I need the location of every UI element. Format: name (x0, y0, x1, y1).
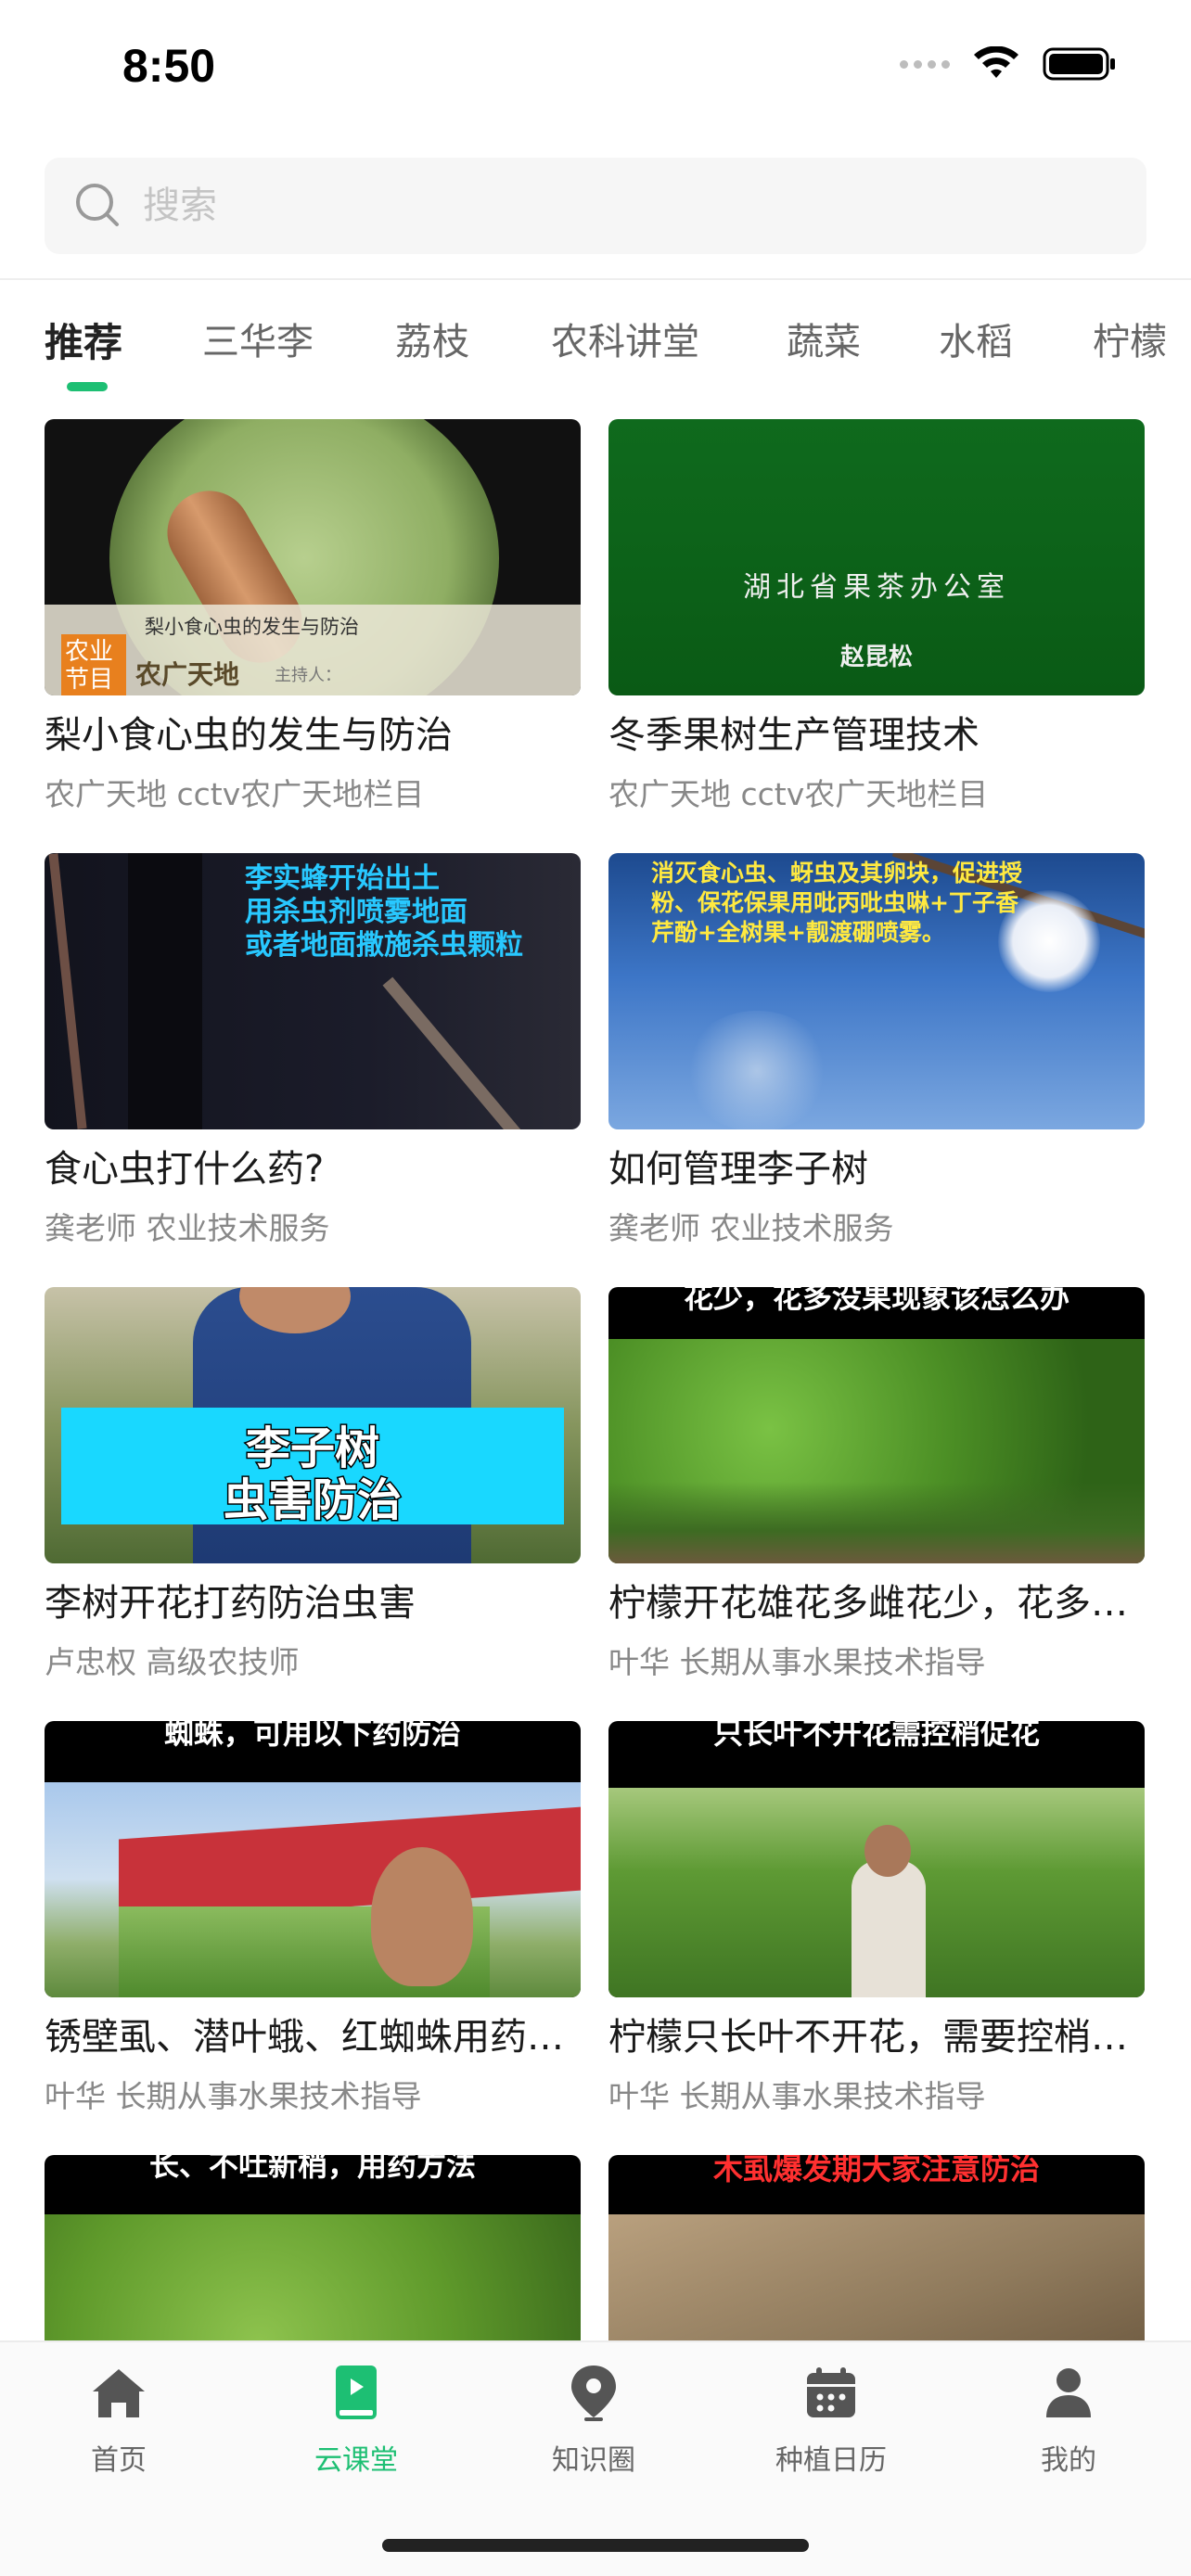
tab-vegetables[interactable]: 蔬菜 (787, 312, 861, 365)
video-thumbnail[interactable]: 梨小食心虫的发生与防治 农业节目 农广天地 主持人： (45, 419, 581, 695)
nav-label: 种植日历 (775, 2444, 887, 2477)
status-bar: 8:50 (0, 0, 1191, 139)
status-time: 8:50 (122, 40, 216, 92)
video-title: 锈壁虱、潜叶蛾、红蜘蛛用药防治 (45, 2016, 581, 2059)
video-card[interactable]: 湖北省果茶办公室 赵昆松 冬季果树生产管理技术 农广天地 cctv农广天地栏目 (608, 419, 1145, 814)
video-author: 龚老师 农业技术服务 (608, 1210, 894, 1246)
video-title: 梨小食心虫的发生与防治 (45, 714, 453, 757)
home-indicator[interactable] (382, 2539, 809, 2552)
video-title: 冬季果树生产管理技术 (608, 714, 980, 757)
video-grid: 梨小食心虫的发生与防治 农业节目 农广天地 主持人： 梨小食心虫的发生与防治 农… (0, 419, 1191, 2343)
video-thumbnail[interactable]: 消灭食心虫、蚜虫及其卵块，促进授 粉、保花保果用吡丙吡虫啉+丁子香 芹酚+全树果… (608, 853, 1145, 1129)
wifi-icon (974, 46, 1018, 78)
video-author: 农广天地 cctv农广天地栏目 (45, 776, 425, 812)
calendar-icon (799, 2361, 864, 2426)
thumbnail-caption-line-2: 虫害防治 (222, 1473, 403, 1528)
video-title: 李树开花打药防治虫害 (45, 1582, 416, 1625)
tab-rice[interactable]: 水稻 (939, 312, 1013, 365)
thumbnail-caption-line-1: 只长叶不开花需控梢促花 (712, 1721, 1040, 1751)
thumbnail-caption-line-3: 或者地面撒施杀虫颗粒 (245, 929, 523, 962)
video-card[interactable]: 消灭食心虫、蚜虫及其卵块，促进授 粉、保花保果用吡丙吡虫啉+丁子香 芹酚+全树果… (608, 853, 1145, 1248)
video-author: 卢忠权 高级农技师 (45, 1644, 300, 1680)
video-card[interactable]: 李子树 虫害防治 李树开花打药防治虫害 卢忠权 高级农技师 (45, 1287, 581, 1682)
video-thumbnail[interactable]: 湖北省果茶办公室 赵昆松 (608, 419, 1145, 695)
video-thumbnail[interactable]: 花少，花多没果现象该怎么办 (608, 1287, 1145, 1563)
nav-item-cloud-classroom[interactable]: 云课堂 (263, 2361, 449, 2478)
video-author: 叶华 长期从事水果技术指导 (45, 2078, 422, 2114)
thumbnail-caption-line-1: 蜘蛛，可用以下药防治 (163, 1721, 461, 1751)
search-input[interactable] (143, 185, 978, 227)
thumbnail-speaker: 赵昆松 (839, 644, 913, 671)
video-card[interactable]: 木虱爆发期大家注意防治 (608, 2155, 1145, 2343)
program-badge: 农业节目 (65, 638, 114, 694)
user-icon (1036, 2361, 1101, 2426)
tab-sanhua-plum[interactable]: 三华李 (202, 312, 314, 365)
video-author: 叶华 长期从事水果技术指导 (608, 1644, 986, 1680)
video-card[interactable]: 蜘蛛，可用以下药防治 锈壁虱、潜叶蛾、红蜘蛛用药防治 叶华 长期从事水果技术指导 (45, 1721, 581, 2116)
video-thumbnail[interactable]: 蜘蛛，可用以下药防治 (45, 1721, 581, 1997)
book-icon (324, 2361, 389, 2426)
video-title: 柠檬只长叶不开花，需要控梢促花 (608, 2016, 1145, 2059)
thumbnail-caption-line-3: 芹酚+全树果+靓渡硼喷雾。 (651, 919, 945, 946)
home-icon (86, 2361, 151, 2426)
thumbnail-caption-line-1: 木虱爆发期大家注意防治 (712, 2155, 1040, 2187)
video-thumbnail[interactable]: 李实蜂开始出土 用杀虫剂喷雾地面 或者地面撒施杀虫颗粒 (45, 853, 581, 1129)
nav-item-knowledge-circle[interactable]: 知识圈 (501, 2361, 686, 2478)
nav-item-home[interactable]: 首页 (26, 2361, 211, 2478)
battery-icon (1043, 47, 1115, 81)
tab-lemon[interactable]: 柠檬 (1093, 312, 1167, 365)
status-icons (900, 46, 1117, 82)
nav-label: 我的 (1041, 2444, 1096, 2477)
thumbnail-caption-line-2: 粉、保花保果用吡丙吡虫啉+丁子香 (651, 889, 1018, 916)
video-thumbnail[interactable]: 李子树 虫害防治 (45, 1287, 581, 1563)
video-title: 柠檬开花雄花多雌花少，花多没果现象该怎么办 (608, 1582, 1145, 1625)
video-card[interactable]: 长、不吐新梢，用药方法 (45, 2155, 581, 2343)
nav-label: 首页 (91, 2444, 147, 2477)
nav-label: 知识圈 (552, 2444, 635, 2477)
video-author: 叶华 长期从事水果技术指导 (608, 2078, 986, 2114)
search-icon (74, 182, 122, 230)
signal-icon (900, 59, 950, 69)
thumbnail-org: 湖北省果茶办公室 (743, 571, 1010, 604)
video-author: 龚老师 农业技术服务 (45, 1210, 330, 1246)
tab-agri-lecture[interactable]: 农科讲堂 (551, 312, 699, 365)
search-bar[interactable] (45, 158, 1146, 254)
nav-item-mine[interactable]: 我的 (976, 2361, 1161, 2478)
location-pin-icon (561, 2361, 626, 2426)
thumbnail-caption-line-1: 花少，花多没果现象该怎么办 (683, 1287, 1069, 1315)
thumbnail-caption-line-1: 消灭食心虫、蚜虫及其卵块，促进授 (651, 860, 1023, 886)
thumbnail-caption: 梨小食心虫的发生与防治 (145, 616, 359, 638)
show-name: 农广天地 (135, 659, 240, 690)
video-thumbnail[interactable]: 只长叶不开花需控梢促花 (608, 1721, 1145, 1997)
video-title: 如何管理李子树 (608, 1148, 868, 1191)
nav-item-planting-calendar[interactable]: 种植日历 (738, 2361, 924, 2478)
video-thumbnail[interactable]: 长、不吐新梢，用药方法 (45, 2155, 581, 2343)
video-card[interactable]: 花少，花多没果现象该怎么办 柠檬开花雄花多雌花少，花多没果现象该怎么办 叶华 长… (608, 1287, 1145, 1682)
video-title: 食心虫打什么药? (45, 1148, 325, 1191)
host-label: 主持人： (275, 666, 341, 685)
tab-recommended[interactable]: 推荐 (45, 312, 122, 368)
tab-indicator (67, 382, 108, 391)
category-tabs: 推荐 三华李 荔枝 农科讲堂 蔬菜 水稻 柠檬 (0, 280, 1191, 395)
video-card[interactable]: 只长叶不开花需控梢促花 柠檬只长叶不开花，需要控梢促花 叶华 长期从事水果技术指… (608, 1721, 1145, 2116)
thumbnail-caption-line-1: 长、不吐新梢，用药方法 (148, 2155, 476, 2183)
nav-label: 云课堂 (314, 2444, 398, 2477)
video-thumbnail[interactable]: 木虱爆发期大家注意防治 (608, 2155, 1145, 2343)
video-card[interactable]: 李实蜂开始出土 用杀虫剂喷雾地面 或者地面撒施杀虫颗粒 食心虫打什么药? 龚老师… (45, 853, 581, 1248)
video-author: 农广天地 cctv农广天地栏目 (608, 776, 989, 812)
video-card[interactable]: 梨小食心虫的发生与防治 农业节目 农广天地 主持人： 梨小食心虫的发生与防治 农… (45, 419, 581, 814)
tab-lychee[interactable]: 荔枝 (395, 312, 469, 365)
